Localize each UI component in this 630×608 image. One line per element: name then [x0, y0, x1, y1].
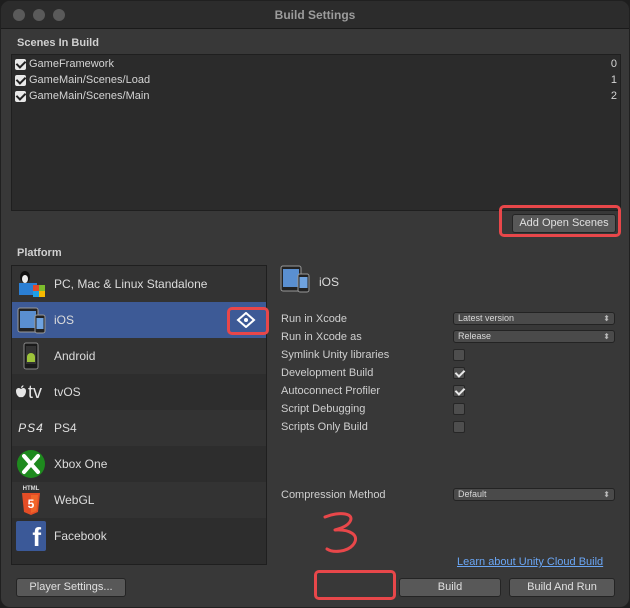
- autoconnect-profiler-label: Autoconnect Profiler: [281, 385, 381, 397]
- cloud-build-link[interactable]: Learn about Unity Cloud Build: [457, 556, 603, 568]
- scene-checkbox[interactable]: [15, 75, 26, 86]
- scene-row[interactable]: GameFramework 0: [15, 57, 619, 73]
- development-build-checkbox[interactable]: [453, 367, 465, 379]
- platform-label: WebGL: [54, 493, 95, 507]
- appletv-logo-text: tv: [28, 381, 43, 402]
- ios-settings-icon: [279, 263, 311, 295]
- scene-checkbox[interactable]: [15, 91, 26, 102]
- html5-icon: HTML 5: [15, 485, 47, 515]
- compression-method-value: Default: [458, 489, 487, 499]
- appletv-icon: tv: [15, 377, 47, 407]
- platform-item-webgl[interactable]: HTML 5 WebGL: [12, 482, 266, 518]
- symlink-checkbox[interactable]: [453, 349, 465, 361]
- scene-name: GameFramework: [29, 58, 114, 70]
- player-settings-button[interactable]: Player Settings...: [16, 578, 126, 597]
- scene-name: GameMain/Scenes/Main: [29, 90, 150, 102]
- build-button[interactable]: Build: [399, 578, 501, 597]
- platform-label: Facebook: [54, 529, 107, 543]
- scenes-in-build-header: Scenes In Build: [17, 37, 99, 49]
- scripts-only-build-label: Scripts Only Build: [281, 421, 368, 433]
- scene-index: 1: [610, 74, 617, 86]
- run-in-xcode-as-label: Run in Xcode as: [281, 331, 362, 343]
- dropdown-arrows-icon: ⬍: [603, 490, 610, 499]
- scene-row[interactable]: GameMain/Scenes/Main 2: [15, 89, 619, 105]
- ps4-logo-text: PS4: [18, 421, 44, 435]
- platform-item-tvos[interactable]: tv tvOS: [12, 374, 266, 410]
- window-title: Build Settings: [274, 8, 356, 22]
- run-in-xcode-as-dropdown[interactable]: Release ⬍: [453, 330, 615, 343]
- run-in-xcode-value: Latest version: [458, 313, 515, 323]
- platform-item-android[interactable]: Android: [12, 338, 266, 374]
- ios-device-icon: [15, 305, 47, 335]
- dropdown-arrows-icon: ⬍: [603, 314, 610, 323]
- build-and-run-button[interactable]: Build And Run: [509, 578, 615, 597]
- platform-label: Android: [54, 349, 96, 363]
- compression-method-label: Compression Method: [281, 489, 386, 501]
- html5-logo-text: HTML: [22, 485, 40, 492]
- run-in-xcode-dropdown[interactable]: Latest version ⬍: [453, 312, 615, 325]
- run-in-xcode-as-value: Release: [458, 331, 492, 341]
- facebook-icon: f: [15, 521, 47, 552]
- platform-item-xbox-one[interactable]: Xbox One: [12, 446, 266, 482]
- title-bar: Build Settings: [1, 1, 629, 29]
- platform-header: Platform: [17, 247, 62, 259]
- scene-index: 0: [610, 58, 617, 70]
- scene-row[interactable]: GameMain/Scenes/Load 1: [15, 73, 619, 89]
- selected-platform-title: iOS: [319, 275, 340, 289]
- symlink-label: Symlink Unity libraries: [281, 349, 390, 361]
- scenes-list: GameFramework 0 GameMain/Scenes/Load 1 G…: [11, 54, 621, 211]
- run-in-xcode-label: Run in Xcode: [281, 313, 348, 325]
- script-debugging-checkbox[interactable]: [453, 403, 465, 415]
- highlight-empty-area: [314, 570, 396, 600]
- scene-checkbox[interactable]: [15, 59, 26, 70]
- platform-label: PC, Mac & Linux Standalone: [54, 277, 208, 291]
- scene-name: GameMain/Scenes/Load: [29, 74, 151, 86]
- highlight-add-open-scenes: [499, 205, 621, 237]
- facebook-logo-text: f: [32, 522, 41, 552]
- build-settings-window: Build Settings Scenes In Build GameFrame…: [0, 0, 630, 608]
- xbox-icon: [15, 449, 47, 479]
- platform-item-facebook[interactable]: f Facebook: [12, 518, 266, 554]
- script-debugging-label: Script Debugging: [281, 403, 366, 415]
- compression-method-dropdown[interactable]: Default ⬍: [453, 488, 615, 501]
- platform-label: PS4: [54, 421, 77, 435]
- scripts-only-build-checkbox[interactable]: [453, 421, 465, 433]
- html5-logo-digit: 5: [27, 496, 35, 511]
- handwritten-annotation-three: [323, 512, 358, 553]
- highlight-unity-switch: [227, 307, 269, 335]
- autoconnect-profiler-checkbox[interactable]: [453, 385, 465, 397]
- platform-label: iOS: [54, 313, 75, 327]
- scene-index: 2: [610, 90, 617, 102]
- development-build-label: Development Build: [281, 367, 374, 379]
- ps4-icon: PS4: [15, 413, 47, 443]
- platform-item-ps4[interactable]: PS4 PS4: [12, 410, 266, 446]
- dropdown-arrows-icon: ⬍: [603, 332, 610, 341]
- platform-item-standalone[interactable]: PC, Mac & Linux Standalone: [12, 266, 266, 302]
- platform-label: Xbox One: [54, 457, 108, 471]
- platform-label: tvOS: [54, 385, 81, 399]
- android-icon: [15, 341, 47, 371]
- pc-mac-linux-icon: [15, 269, 47, 299]
